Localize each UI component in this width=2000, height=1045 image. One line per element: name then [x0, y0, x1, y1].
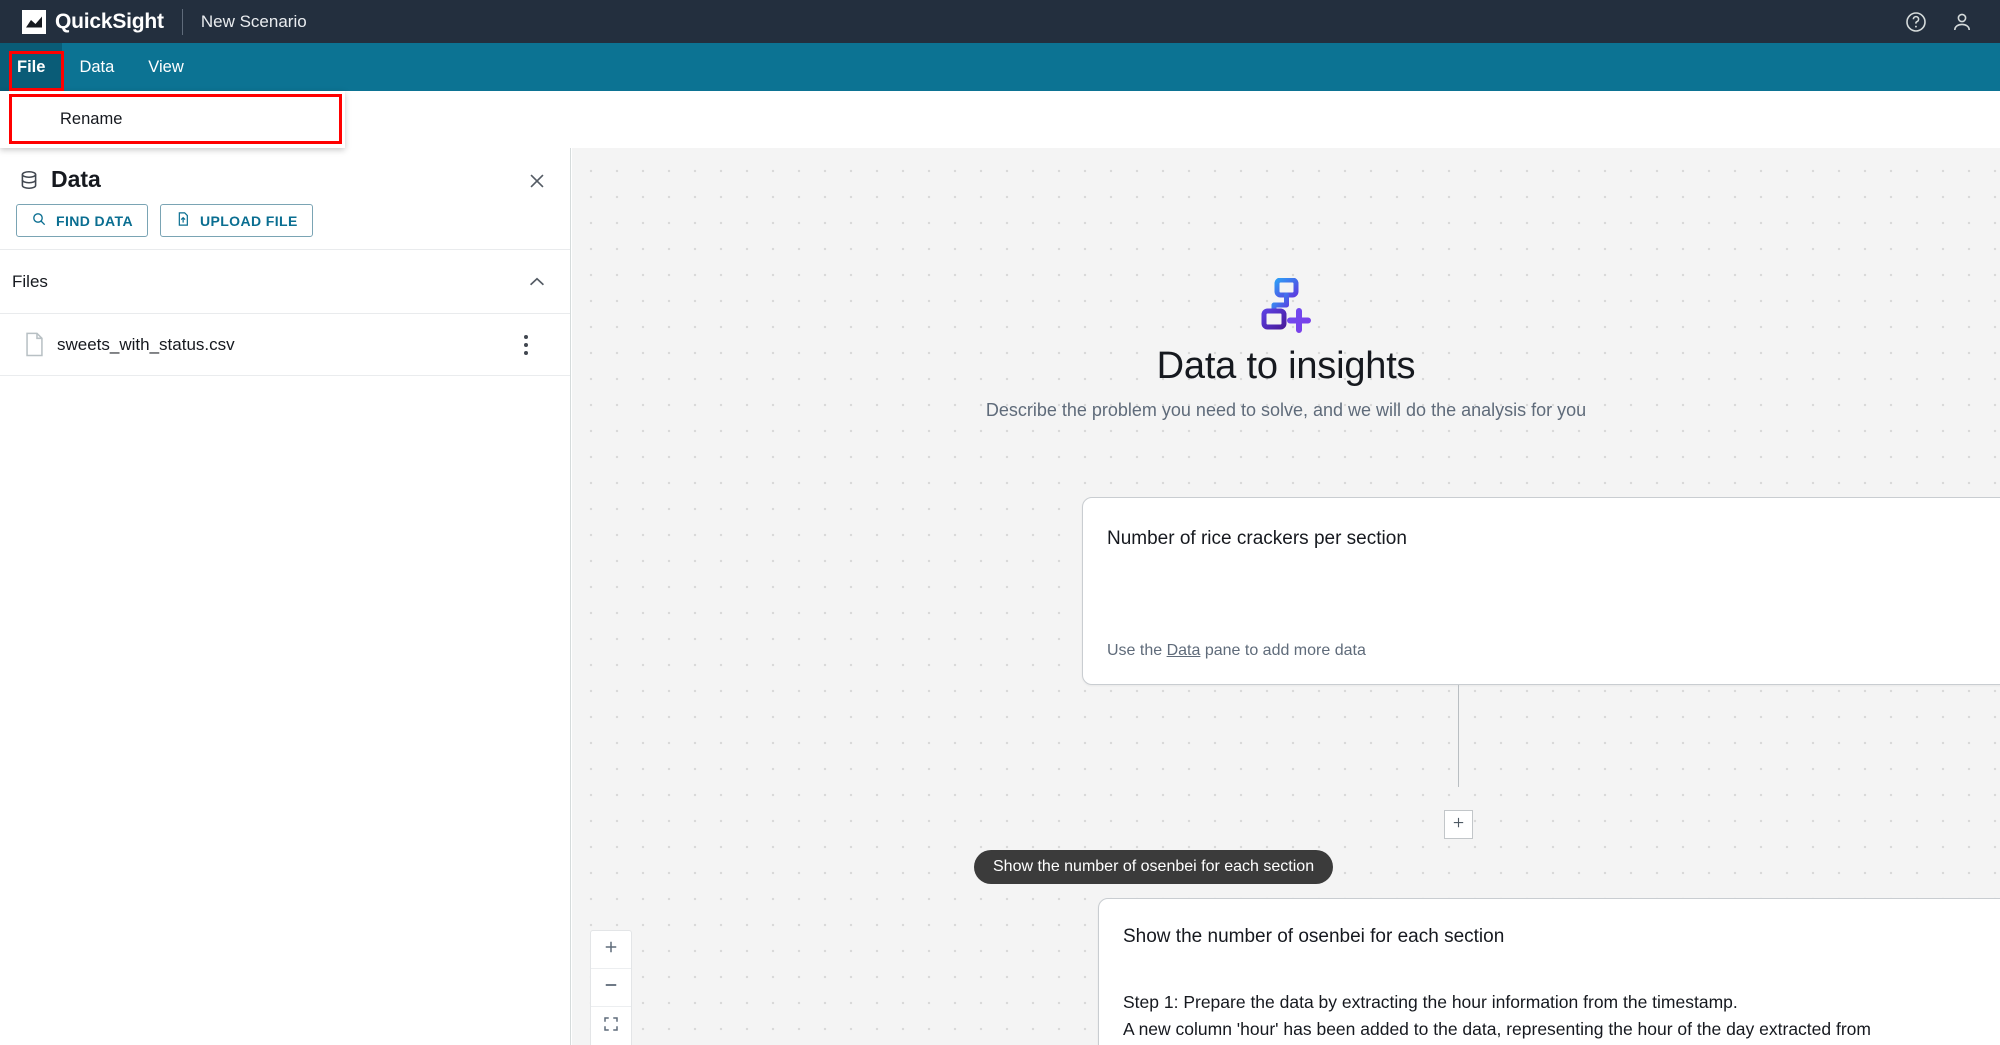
- card-connector-line: [1458, 685, 1459, 787]
- zoom-out-icon: [602, 976, 620, 999]
- close-icon[interactable]: [526, 170, 548, 192]
- scenario-card-analysis[interactable]: Show the number of osenbei for each sect…: [1098, 898, 2000, 1045]
- body-line: A new column 'hour' has been added to th…: [1123, 1019, 1871, 1040]
- database-icon: [18, 169, 40, 191]
- zoom-out-button[interactable]: [591, 969, 631, 1007]
- card-footer-prefix: Use the: [1107, 642, 1167, 659]
- data-panel-buttons: FIND DATA UPLOAD FILE: [0, 193, 570, 237]
- menu-bar: File Data View: [0, 43, 2000, 91]
- data-side-panel: Data FIND DATA UPLOAD FILE Files sweets_…: [0, 148, 571, 1045]
- data-panel-title-row: Data: [0, 148, 570, 193]
- data-panel-header: Data FIND DATA UPLOAD FILE: [0, 148, 570, 250]
- data-to-insights-icon: [1253, 277, 1319, 340]
- fit-screen-icon: [602, 1015, 620, 1038]
- upload-file-icon: [175, 211, 191, 230]
- file-name: sweets_with_status.csv: [57, 334, 235, 354]
- add-step-button[interactable]: [1444, 810, 1473, 839]
- menu-item-view[interactable]: View: [131, 43, 200, 91]
- files-section-header[interactable]: Files: [0, 250, 570, 314]
- brand: QuickSight: [22, 9, 164, 34]
- brand-separator: [181, 8, 183, 35]
- body-line: Step 1: Prepare the data by extracting t…: [1123, 992, 1738, 1012]
- data-panel-title: Data: [51, 166, 101, 192]
- menu-item-file[interactable]: File: [0, 43, 63, 91]
- scenario-canvas[interactable]: Data to insights Describe the problem yo…: [572, 148, 2000, 1045]
- files-section-label: Files: [12, 271, 48, 291]
- zoom-controls: [590, 930, 632, 1045]
- zoom-in-button[interactable]: [591, 931, 631, 969]
- app-bar-actions: [1904, 10, 1974, 34]
- data-pane-link[interactable]: Data: [1167, 642, 1201, 659]
- find-data-button[interactable]: FIND DATA: [16, 204, 148, 237]
- kebab-menu-icon[interactable]: [524, 334, 528, 355]
- list-item[interactable]: sweets_with_status.csv: [0, 314, 570, 376]
- zoom-in-icon: [602, 938, 620, 961]
- file-icon: [24, 332, 45, 357]
- tooltip: Show the number of osenbei for each sect…: [974, 850, 1334, 884]
- hero-subtitle: Describe the problem you need to solve, …: [985, 399, 1587, 420]
- data-to-insights-hero: Data to insights Describe the problem yo…: [572, 277, 2000, 421]
- upload-file-button[interactable]: UPLOAD FILE: [159, 204, 313, 237]
- scenario-card-input[interactable]: Number of rice crackers per section Use …: [1082, 497, 2000, 685]
- card-footer-hint: Use the Data pane to add more data: [1107, 642, 1366, 660]
- user-account-icon[interactable]: [1950, 10, 1974, 34]
- brand-name: QuickSight: [55, 9, 164, 33]
- search-icon: [31, 211, 47, 230]
- card-title: Number of rice crackers per section: [1107, 528, 1407, 549]
- menu-item-data[interactable]: Data: [62, 43, 131, 91]
- hero-title: Data to insights: [1156, 345, 1416, 387]
- document-title[interactable]: New Scenario: [201, 12, 307, 32]
- card-title: Show the number of osenbei for each sect…: [1123, 926, 1505, 947]
- fit-screen-button[interactable]: [591, 1007, 631, 1045]
- quicksight-logo-icon: [22, 9, 46, 34]
- upload-file-label: UPLOAD FILE: [199, 212, 298, 229]
- find-data-label: FIND DATA: [56, 212, 133, 229]
- app-bar: QuickSight New Scenario: [0, 0, 2000, 43]
- card-body-text: Step 1: Prepare the data by extracting t…: [1123, 989, 2000, 1045]
- file-dropdown-menu: Rename: [0, 91, 345, 148]
- plus-icon: [1451, 815, 1466, 835]
- chevron-up-icon[interactable]: [526, 271, 548, 293]
- card-footer-suffix: pane to add more data: [1200, 642, 1366, 659]
- help-circle-icon[interactable]: [1904, 10, 1928, 34]
- menu-option-rename[interactable]: Rename: [0, 91, 345, 148]
